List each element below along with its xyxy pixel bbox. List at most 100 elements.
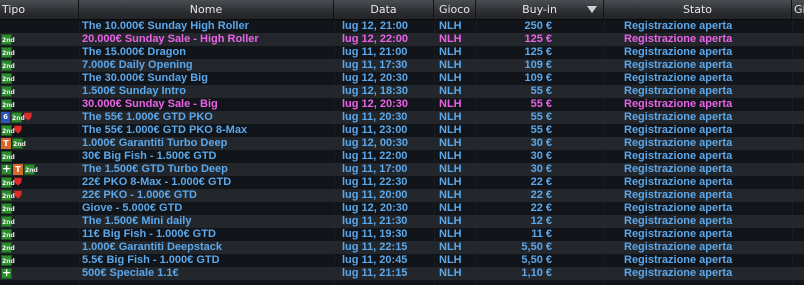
second-chance-icon: 2nd [24,164,38,175]
row-type-icons: 2nd [0,254,78,267]
tournament-game: NLH [439,202,462,214]
tournament-date: lug 11, 20:45 [342,254,408,266]
tournament-buyin: 109 € [524,72,552,84]
table-row[interactable]: 2nd Giove - 5.000€ GTD lug 12, 20:30 NLH 22 … [0,202,804,215]
tournament-name: 1.500€ Sunday Intro [82,85,186,97]
tournament-status: Registrazione aperta [624,241,733,253]
row-type-icons: 2nd [0,85,78,98]
tournament-buyin: 22 € [530,202,552,214]
row-type-icons: 2nd [0,72,78,85]
second-chance-icon: 2nd [1,60,15,71]
table-row[interactable]: 2nd ⛊ The 55€ 1.000€ GTD PKO 8-Max lug 11, … [0,124,804,137]
tournament-buyin: 30 € [530,137,552,149]
tournament-date: lug 12, 20:30 [342,202,409,214]
second-chance-icon: 2nd [1,73,15,84]
table-row[interactable]: T 2nd 1.000€ Garantiti Turbo Deep lug 12, 0… [0,137,804,150]
tournament-status: Registrazione aperta [624,163,733,175]
table-row[interactable]: 2nd ⛊ 22€ PKO - 1.000€ GTD lug 11, 20:00 NLH… [0,189,804,202]
tournament-name: 22€ PKO 8-Max - 1.000€ GTD [82,176,232,188]
tournament-game: NLH [439,33,462,45]
row-type-icons: T 2nd [0,137,78,150]
tournament-name: The 1.500€ GTD Turbo Deep [82,163,228,175]
tournament-buyin: 5,50 € [521,241,552,253]
tournament-game: NLH [439,46,462,58]
column-header-gioco[interactable]: Gioco [434,0,476,19]
table-row[interactable]: 2nd The 30.000€ Sunday Big lug 12, 20:30 NL… [0,72,804,85]
column-header-nome[interactable]: Nome [79,0,334,19]
tournament-status: Registrazione aperta [624,59,733,71]
tournament-status: Registrazione aperta [624,85,733,97]
second-chance-icon: 2nd [11,112,25,123]
second-chance-icon: 2nd [1,255,15,266]
tournament-game: NLH [439,124,462,136]
second-chance-icon: 2nd [1,34,15,45]
tournament-status: Registrazione aperta [624,124,733,136]
second-chance-icon: 2nd [1,177,15,188]
tournament-game: NLH [439,215,462,227]
tournament-name: 1.000€ Garantiti Turbo Deep [82,137,228,149]
table-row[interactable]: 2nd 1.000€ Garantiti Deepstack lug 11, 22:… [0,241,804,254]
tournament-buyin: 125 € [524,33,552,45]
row-type-icons [0,20,78,33]
tournament-date: lug 11, 23:00 [342,124,408,136]
tournament-status: Registrazione aperta [624,267,733,279]
tournament-game: NLH [439,72,462,84]
table-row[interactable]: 6 2nd ⛊ The 55€ 1.000€ GTD PKO lug 11, 20:30… [0,111,804,124]
tournament-game: NLH [439,98,462,110]
tournament-game: NLH [439,20,462,32]
tournament-date: lug 11, 22:00 [342,150,408,162]
tournament-status: Registrazione aperta [624,176,733,188]
table-row[interactable]: 2nd 20.000€ Sunday Sale - High Roller lug … [0,33,804,46]
tournament-name: 5.5€ Big Fish - 1.000€ GTD [82,254,220,266]
tournament-status: Registrazione aperta [624,137,733,149]
tournament-game: NLH [439,137,462,149]
column-header-stato[interactable]: Stato [604,0,792,19]
column-header-extra[interactable]: Gi [792,0,804,19]
tournament-status: Registrazione aperta [624,33,733,45]
tournament-buyin: 109 € [524,59,552,71]
tournament-date: lug 11, 20:30 [342,111,408,123]
row-type-icons: 2nd [0,33,78,46]
table-row[interactable]: 2nd 5.5€ Big Fish - 1.000€ GTD lug 11, 20:… [0,254,804,267]
row-type-icons: 2nd ⛊ [0,176,78,189]
table-row[interactable]: 2nd 7.000€ Daily Opening lug 11, 17:30 NLH 1… [0,59,804,72]
table-row[interactable]: 2nd ⛊ 22€ PKO 8-Max - 1.000€ GTD lug 11, 22… [0,176,804,189]
bounty-shield-icon: ⛊ [14,177,22,188]
second-chance-icon: 2nd [1,151,15,162]
second-chance-icon: 2nd [1,242,15,253]
column-header-buyin-label: Buy-in [522,3,557,16]
table-row[interactable]: 2nd The 15.000€ Dragon lug 11, 21:00 NLH 125… [0,46,804,59]
tournament-status: Registrazione aperta [624,72,733,84]
column-header-buyin[interactable]: Buy-in [476,0,604,19]
tournament-name: The 1.500€ Mini daily [82,215,192,227]
table-row[interactable]: + T 2nd The 1.500€ GTD Turbo Deep lug 11, 17… [0,163,804,176]
table-row[interactable]: 2nd 30.000€ Sunday Sale - Big lug 12, 20:3… [0,98,804,111]
tournament-date: lug 11, 21:15 [342,267,408,279]
table-row[interactable]: 2nd 1.500€ Sunday Intro lug 12, 18:30 NLH 55… [0,85,804,98]
tournament-game: NLH [439,241,462,253]
row-type-icons: 2nd [0,241,78,254]
table-row[interactable]: The 10.000€ Sunday High Roller lug 12, 21… [0,20,804,33]
tournament-status: Registrazione aperta [624,46,733,58]
tournament-status: Registrazione aperta [624,111,733,123]
column-header-tipo[interactable]: Tipo [0,0,79,19]
tournament-name: The 55€ 1.000€ GTD PKO 8-Max [82,124,248,136]
table-row[interactable]: 2nd 30€ Big Fish - 1.500€ GTD lug 11, 22:0… [0,150,804,163]
tournament-buyin: 30 € [530,163,552,175]
bounty-shield-icon: ⛊ [24,112,32,123]
turbo-icon: T [1,138,11,149]
tournament-buyin: 125 € [524,46,552,58]
row-type-icons: 6 2nd ⛊ [0,111,78,124]
table-row[interactable]: 2nd The 1.500€ Mini daily lug 11, 21:30 NLH… [0,215,804,228]
bounty-shield-icon: ⛊ [14,190,22,201]
row-type-icons: 2nd [0,202,78,215]
tournament-name: Giove - 5.000€ GTD [82,202,183,214]
column-header-data[interactable]: Data [334,0,434,19]
tournament-status: Registrazione aperta [624,202,733,214]
tournament-name: 22€ PKO - 1.000€ GTD [82,189,197,201]
table-row[interactable]: +500€ Speciale 1.1€ lug 11, 21:15 NLH 1,10 … [0,267,804,280]
tournament-game: NLH [439,176,462,188]
tournament-status: Registrazione aperta [624,254,733,266]
tournament-date: lug 12, 18:30 [342,85,409,97]
table-row[interactable]: 2nd 11€ Big Fish - 1.000€ GTD lug 11, 19:3… [0,228,804,241]
